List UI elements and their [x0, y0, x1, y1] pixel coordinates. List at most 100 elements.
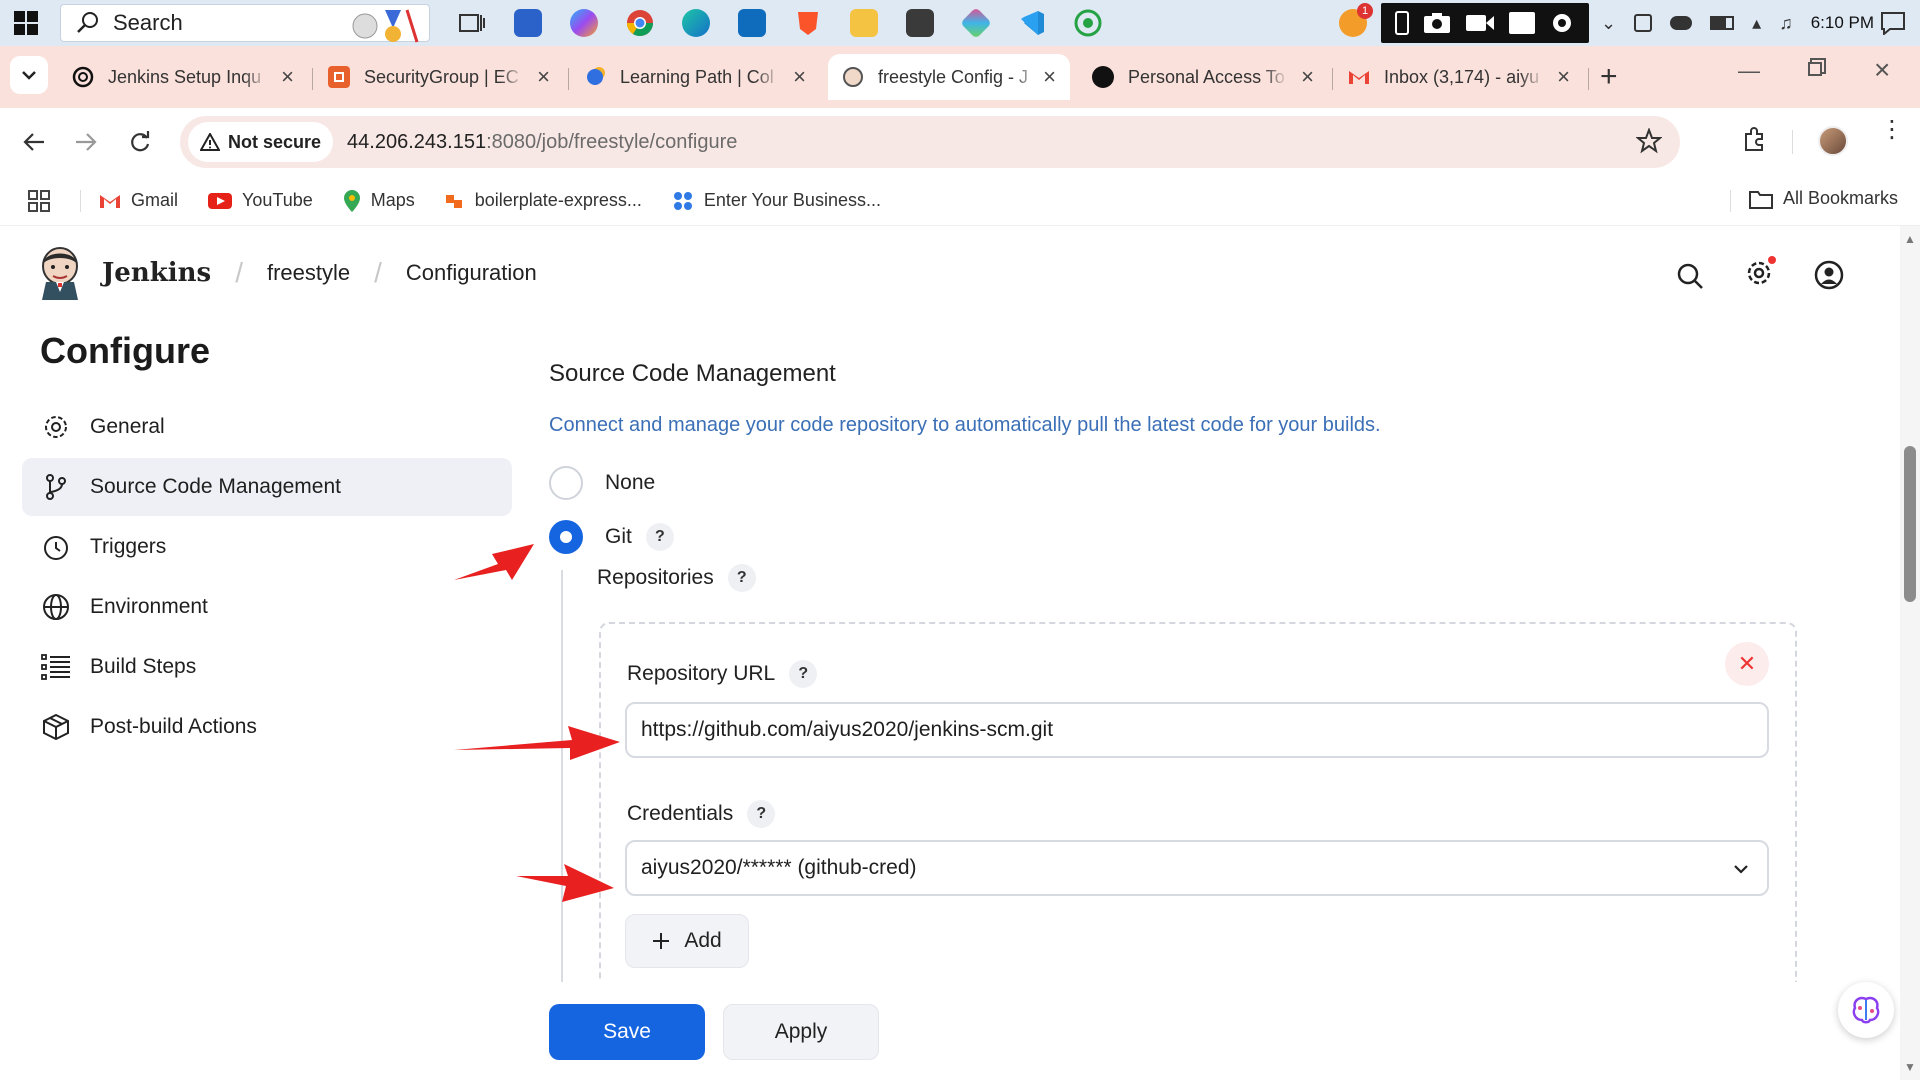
colorful-app-icon[interactable] [948, 0, 1004, 46]
scm-option-none[interactable]: None [549, 466, 655, 500]
radio-git[interactable] [549, 520, 583, 554]
sidebar-item-label: Environment [90, 595, 208, 618]
capture-menu-icon[interactable] [1395, 11, 1410, 35]
bookmark-enter-business[interactable]: Enter Your Business... [672, 190, 881, 212]
help-icon[interactable]: ? [789, 660, 818, 688]
help-icon[interactable]: ? [645, 523, 674, 551]
apply-button[interactable]: Apply [723, 1004, 879, 1060]
meet-now-icon[interactable] [1634, 14, 1653, 32]
volume-icon[interactable]: ♫ [1779, 13, 1793, 34]
breadcrumb-freestyle[interactable]: freestyle [267, 260, 350, 286]
close-icon[interactable]: × [1557, 66, 1570, 88]
camera-icon[interactable] [1423, 12, 1451, 34]
apps-grid-icon[interactable] [28, 189, 50, 212]
manage-jenkins-button[interactable] [1744, 256, 1776, 288]
edge-app-icon[interactable] [668, 0, 724, 46]
restore-icon[interactable] [1808, 62, 1822, 76]
add-credentials-button[interactable]: Add [625, 914, 749, 968]
scroll-up-icon[interactable]: ▲ [1904, 232, 1916, 246]
close-icon[interactable]: × [537, 66, 550, 88]
sidebar-item-label: Build Steps [90, 655, 197, 678]
breadcrumb-configuration[interactable]: Configuration [406, 260, 537, 286]
file-explorer-icon[interactable] [836, 0, 892, 46]
battery-icon[interactable] [1710, 16, 1735, 30]
tab-search-button[interactable] [10, 56, 48, 94]
chrome-app-icon[interactable] [612, 0, 668, 46]
bookmark-label: YouTube [242, 190, 313, 210]
jenkins-brand[interactable]: Jenkins / freestyle / Configuration [38, 246, 537, 300]
taskbar-search[interactable]: Search [60, 4, 430, 43]
section-title: Source Code Management [549, 360, 836, 387]
scm-option-git[interactable]: Git ? [549, 520, 674, 554]
video-icon[interactable] [1465, 13, 1495, 33]
save-button[interactable]: Save [549, 1004, 705, 1060]
tab-freestyle-config[interactable]: freestyle Config - J × [828, 54, 1070, 100]
extensions-icon[interactable] [1740, 126, 1768, 154]
minimize-icon[interactable]: — [1738, 58, 1760, 84]
reload-button[interactable] [124, 126, 156, 158]
scrollbar-thumb[interactable] [1904, 446, 1916, 602]
site-info-chip[interactable]: Not secure [188, 122, 334, 162]
browser-tab-strip: Jenkins Setup Inqu × SecurityGroup | EC … [0, 46, 1920, 108]
back-button[interactable] [18, 126, 50, 158]
window-capture-icon[interactable] [1509, 12, 1536, 34]
notifications-icon[interactable] [1880, 11, 1906, 35]
tab-security-group[interactable]: SecurityGroup | EC × [314, 54, 564, 100]
close-window-icon[interactable]: × [1874, 54, 1890, 86]
tab-learning-path[interactable]: Learning Path | Col × [570, 54, 820, 100]
store-app-icon[interactable] [500, 0, 556, 46]
close-icon[interactable]: × [793, 66, 806, 88]
user-account-icon[interactable] [1814, 260, 1844, 290]
close-icon[interactable]: × [281, 66, 294, 88]
sidebar-item-source-code-management[interactable]: Source Code Management [22, 458, 512, 516]
task-view-icon[interactable] [444, 0, 500, 46]
bookmark-star-icon[interactable] [1636, 128, 1662, 154]
clock-time[interactable]: 6:10 PM [1811, 13, 1874, 33]
outlook-app-icon[interactable] [724, 0, 780, 46]
sidebar-item-environment[interactable]: Environment [22, 578, 512, 636]
bookmark-maps[interactable]: Maps [343, 189, 415, 213]
sidebar-item-post-build-actions[interactable]: Post-build Actions [22, 698, 512, 756]
whatsapp-app-icon[interactable] [1060, 0, 1116, 46]
sidebar-item-general[interactable]: General [22, 398, 512, 456]
scroll-down-icon[interactable]: ▼ [1904, 1060, 1916, 1074]
wifi-icon[interactable]: ▴ [1752, 13, 1761, 34]
copilot-app-icon[interactable] [556, 0, 612, 46]
tab-personal-access[interactable]: Personal Access To × [1078, 54, 1328, 100]
reload-icon [131, 131, 150, 152]
cloud-sync-icon[interactable] [1670, 16, 1693, 30]
tab-inbox[interactable]: Inbox (3,174) - aiyu × [1334, 54, 1584, 100]
bookmark-youtube[interactable]: YouTube [208, 190, 313, 211]
assistant-brain-icon[interactable] [1838, 982, 1894, 1038]
page-scrollbar[interactable]: ▲ ▼ [1900, 226, 1920, 1080]
globe-icon [40, 591, 72, 623]
delete-repository-button[interactable]: ✕ [1725, 642, 1769, 686]
windows-start-icon[interactable] [0, 0, 52, 46]
help-icon[interactable]: ? [727, 564, 756, 592]
remote-app-icon[interactable] [892, 0, 948, 46]
radio-none[interactable] [549, 466, 583, 500]
bookmark-gmail[interactable]: Gmail [99, 190, 178, 211]
search-icon[interactable] [1676, 262, 1704, 290]
vscode-app-icon[interactable] [1004, 0, 1060, 46]
close-icon[interactable]: × [1301, 66, 1314, 88]
sidebar-item-label: Source Code Management [90, 475, 341, 498]
profile-avatar[interactable] [1818, 126, 1848, 156]
bookmark-boilerplate[interactable]: boilerplate-express... [445, 190, 642, 211]
repository-url-input[interactable]: https://github.com/aiyus2020/jenkins-scm… [625, 702, 1769, 758]
close-icon[interactable]: × [1043, 66, 1056, 88]
address-bar[interactable]: Not secure 44.206.243.151:8080/job/frees… [180, 116, 1680, 168]
help-icon[interactable]: ? [747, 800, 776, 828]
kebab-menu-icon[interactable]: ⋮ [1880, 118, 1904, 142]
new-tab-button[interactable]: + [1600, 60, 1618, 94]
forward-button[interactable] [70, 126, 102, 158]
settings-icon[interactable] [1549, 10, 1575, 36]
all-bookmarks-button[interactable]: All Bookmarks [1748, 188, 1898, 209]
sidebar-item-triggers[interactable]: Triggers [22, 518, 512, 576]
chevron-up-icon[interactable]: ⌄ [1601, 13, 1616, 34]
tab-jenkins-setup[interactable]: Jenkins Setup Inqu × [58, 54, 308, 100]
weather-icon[interactable]: 1 [1339, 3, 1374, 37]
credentials-select[interactable]: aiyus2020/****** (github-cred) [625, 840, 1769, 896]
sidebar-item-build-steps[interactable]: Build Steps [22, 638, 512, 696]
brave-app-icon[interactable] [780, 0, 836, 46]
